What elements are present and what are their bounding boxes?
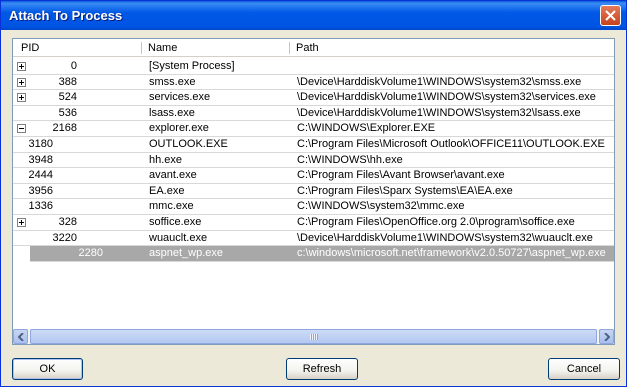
name-cell: avant.exe [149, 169, 197, 182]
table-row[interactable]: 3956 EA.exe C:\Program Files\Sparx Systems… [13, 184, 614, 200]
table-row[interactable]: 388 smss.exe \Device\HarddiskVolume1\WINDO… [13, 75, 614, 91]
name-cell: explorer.exe [149, 122, 209, 135]
path-cell: \Device\HarddiskVolume1\WINDOWS\system32… [297, 106, 581, 119]
horizontal-scrollbar[interactable] [13, 329, 614, 344]
pid-cell: 3220 [52, 231, 77, 244]
path-cell: C:\WINDOWS\system32\mmc.exe [297, 200, 465, 213]
path-cell: \Device\HarddiskVolume1\WINDOWS\system32… [297, 75, 582, 88]
list-rows: 0 [System Process] 388 smss.exe \Device\Hard… [13, 59, 614, 329]
table-row[interactable]: 2444 avant.exe C:\Program Files\Avant Brow… [13, 168, 614, 184]
table-row[interactable]: 536 lsass.exe \Device\HarddiskVolume1\WIND… [13, 106, 614, 122]
close-icon [605, 10, 616, 21]
pid-cell: 3180 [28, 137, 53, 150]
title-bar[interactable]: Attach To Process [1, 1, 626, 30]
path-cell: \Device\HarddiskVolume1\WINDOWS\system32… [297, 231, 593, 244]
column-header-name[interactable]: Name [142, 39, 289, 57]
pid-cell: 1336 [28, 200, 53, 213]
pid-cell: 388 [58, 75, 77, 88]
table-row[interactable]: 0 [System Process] [13, 59, 614, 75]
scrollbar-thumb[interactable] [30, 329, 597, 344]
table-row[interactable]: 328 soffice.exe C:\Program Files\OpenOffic… [13, 215, 614, 231]
pid-cell: 3948 [28, 153, 53, 166]
pid-cell: 2444 [28, 169, 53, 182]
table-row[interactable]: 3220 wuauclt.exe \Device\HarddiskVolume1\W… [13, 231, 614, 247]
path-cell: C:\WINDOWS\hh.exe [297, 153, 403, 166]
pid-cell: 536 [58, 106, 77, 119]
close-button[interactable] [600, 5, 621, 26]
path-cell: \Device\HarddiskVolume1\WINDOWS\system32… [297, 91, 596, 104]
path-cell: C:\Program Files\OpenOffice.org 2.0\prog… [297, 215, 575, 228]
table-row[interactable]: 2168 explorer.exe C:\WINDOWS\Explorer.EXE [13, 121, 614, 137]
path-cell: C:\Program Files\Avant Browser\avant.exe [297, 169, 505, 182]
scroll-left-button[interactable] [13, 329, 28, 344]
cancel-button[interactable]: Cancel [548, 358, 620, 380]
table-row[interactable]: 2280 aspnet_wp.exe c:\windows\microsoft.ne… [30, 246, 614, 262]
name-cell: EA.exe [149, 184, 185, 197]
name-cell: lsass.exe [149, 106, 195, 119]
pid-cell: 3956 [28, 184, 53, 197]
name-cell: mmc.exe [149, 200, 194, 213]
column-header-pid[interactable]: PID [15, 39, 143, 57]
table-row[interactable]: 524 services.exe \Device\HarddiskVolume1\W… [13, 90, 614, 106]
name-cell: aspnet_wp.exe [149, 247, 223, 260]
name-cell: hh.exe [149, 153, 183, 166]
window-title: Attach To Process [9, 8, 123, 23]
name-cell: smss.exe [149, 75, 196, 88]
pid-cell: 524 [58, 91, 77, 104]
attach-to-process-dialog: Attach To Process PID Name Path 0 [System… [0, 0, 627, 387]
refresh-button[interactable]: Refresh [286, 358, 358, 380]
process-list[interactable]: PID Name Path 0 [System Process] 388 smss.e… [12, 38, 615, 345]
pid-cell: 0 [70, 60, 77, 72]
scroll-right-button[interactable] [599, 329, 614, 344]
ok-button[interactable]: OK [12, 358, 83, 380]
chevron-left-icon [18, 333, 24, 341]
table-row[interactable]: 3948 hh.exe C:\WINDOWS\hh.exe [13, 153, 614, 169]
name-cell: OUTLOOK.EXE [149, 137, 228, 150]
pid-cell: 2280 [78, 247, 103, 260]
path-cell: C:\Program Files\Microsoft Outlook\OFFIC… [297, 137, 605, 150]
table-row[interactable]: 3180 OUTLOOK.EXE C:\Program Files\Microsof… [13, 137, 614, 153]
chevron-right-icon [604, 333, 610, 341]
path-cell: c:\windows\microsoft.net\framework\v2.0.… [297, 247, 606, 260]
name-cell: soffice.exe [149, 215, 202, 228]
name-cell: wuauclt.exe [149, 231, 208, 244]
name-cell: services.exe [149, 91, 211, 104]
pid-cell: 2168 [52, 122, 77, 135]
table-row[interactable]: 1336 mmc.exe C:\WINDOWS\system32\mmc.exe [13, 199, 614, 215]
column-header-path[interactable]: Path [290, 39, 610, 57]
path-cell: C:\Program Files\Sparx Systems\EA\EA.exe [297, 184, 513, 197]
path-cell: C:\WINDOWS\Explorer.EXE [297, 122, 436, 135]
name-cell: [System Process] [149, 60, 235, 72]
pid-cell: 328 [58, 215, 77, 228]
list-header: PID Name Path [13, 39, 614, 57]
grip-icon [309, 334, 318, 340]
